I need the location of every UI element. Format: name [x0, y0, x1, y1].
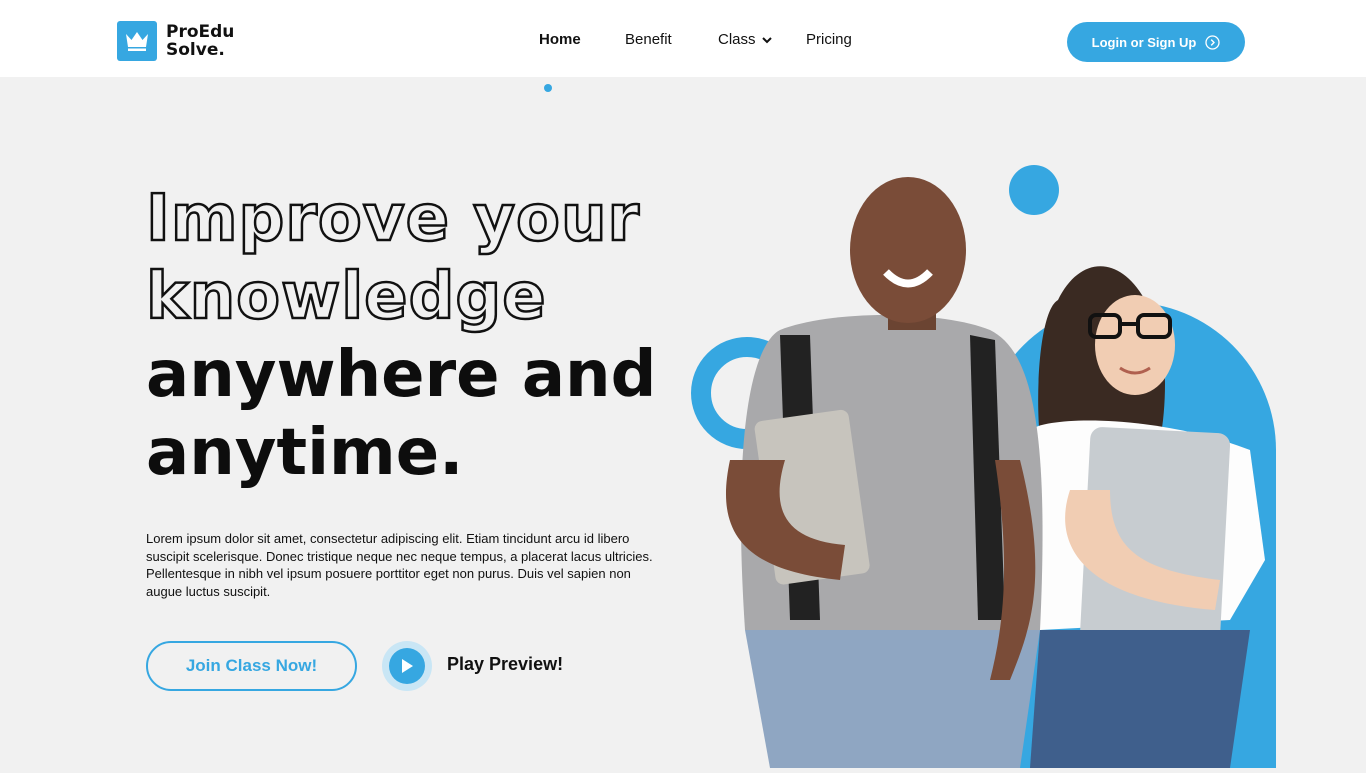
- hero-description: Lorem ipsum dolor sit amet, consectetur …: [146, 531, 653, 599]
- hero-headline-outline-1: Improve your: [145, 181, 641, 258]
- active-nav-indicator: [544, 84, 552, 92]
- hero-headline: Improve your knowledge anywhere and anyt…: [145, 180, 657, 492]
- hero-headline-outline-2: knowledge: [145, 259, 547, 336]
- login-signup-button[interactable]: Login or Sign Up: [1067, 22, 1245, 62]
- nav-item-benefit[interactable]: Benefit: [625, 31, 672, 48]
- student-guy: [725, 177, 1043, 768]
- arrow-right-circle-icon: [1205, 34, 1221, 50]
- brand-name-line1: ProEdu: [166, 22, 235, 42]
- play-preview-button[interactable]: [382, 641, 432, 691]
- brand-logo[interactable]: ProEdu Solve.: [117, 21, 234, 61]
- student-girl: [1030, 266, 1265, 768]
- decor-small-circle: [1009, 165, 1059, 215]
- nav-item-pricing[interactable]: Pricing: [806, 31, 852, 48]
- nav-item-class-label: Class: [718, 31, 756, 48]
- join-class-button[interactable]: Join Class Now!: [146, 641, 357, 691]
- brand-name-line2: Solve.: [166, 40, 225, 60]
- crown-icon: [117, 21, 157, 61]
- top-navbar: ProEdu Solve. Home Benefit Class Pricing…: [0, 0, 1366, 77]
- play-icon: [389, 648, 425, 684]
- hero-illustration: [690, 160, 1310, 768]
- brand-name: ProEdu Solve.: [166, 23, 234, 59]
- login-signup-label: Login or Sign Up: [1091, 34, 1197, 50]
- hero-headline-solid-2: anytime.: [146, 416, 464, 490]
- chevron-down-icon: [761, 36, 772, 43]
- nav-item-class[interactable]: Class: [718, 31, 772, 48]
- nav-item-home[interactable]: Home: [539, 31, 581, 48]
- hero-headline-solid-1: anywhere and: [146, 338, 657, 412]
- play-preview-label[interactable]: Play Preview!: [447, 654, 563, 675]
